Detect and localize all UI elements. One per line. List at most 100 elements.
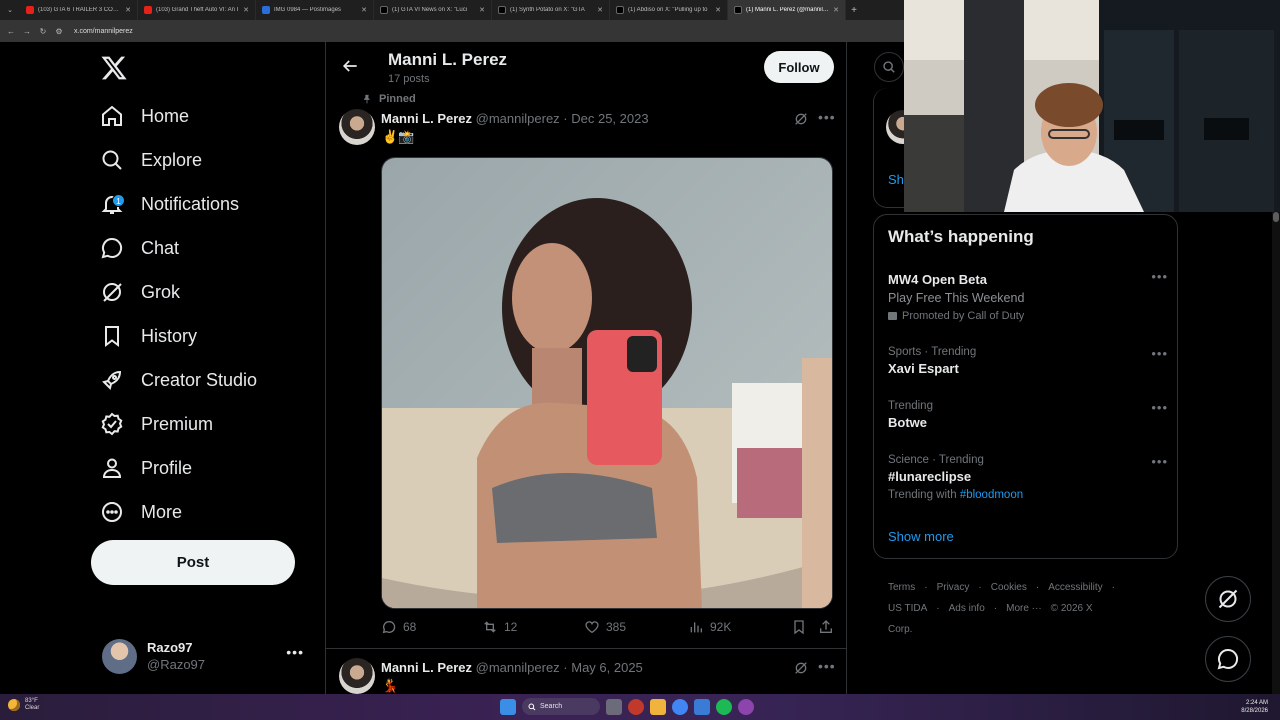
tweet-date[interactable]: · May 6, 2025 [563,660,643,675]
trend-hashtag-link[interactable]: #bloodmoon [960,489,1023,501]
show-more-link[interactable]: Sh [888,172,904,187]
sidebar-item-label: Notifications [141,193,240,214]
close-tab-icon[interactable]: ✕ [597,6,603,14]
browser-tab[interactable]: (103) Grand Theft Auto VI: An I ✕ [138,0,256,20]
forward-nav-icon[interactable]: → [22,27,32,36]
close-tab-icon[interactable]: ✕ [243,6,249,14]
sidebar-item-chat[interactable]: Chat [100,228,179,268]
sidebar-item-explore[interactable]: Explore [100,140,202,180]
tweet-text: 💃 [382,678,399,693]
repost-button[interactable]: 12 [482,619,517,635]
more-dots-icon[interactable]: ••• [1151,454,1168,469]
account-switcher[interactable]: Razo97 @Razo97 ••• [102,636,312,676]
main-timeline: Manni L. Perez 17 posts Follow Pinned Ma… [325,42,847,694]
tweet-author-handle[interactable]: @mannilperez [476,660,560,675]
more-dots-icon[interactable]: ••• [818,659,836,677]
url-field[interactable]: x.com/mannilperez [74,28,133,35]
sidebar-item-label: History [141,325,198,346]
search-icon [883,61,895,73]
pin-icon [364,94,370,104]
task-view-icon[interactable] [606,698,622,715]
reload-icon[interactable]: ↻ [38,27,48,36]
tweet-author-avatar[interactable] [339,658,375,694]
chat-fab-button[interactable] [1205,636,1251,682]
more-dots-icon[interactable]: ••• [286,644,304,660]
chrome-icon[interactable] [672,698,688,715]
close-tab-icon[interactable]: ✕ [479,6,485,14]
trend-item[interactable]: Sports · Trending Xavi Espart ••• [888,346,1168,376]
trend-item[interactable]: MW4 Open Beta Play Free This Weekend Pro… [888,269,1168,322]
x-logo-icon[interactable] [100,54,128,82]
file-explorer-icon[interactable] [650,698,666,715]
clock[interactable]: 2:24 AM 8/28/2026 [1241,699,1268,715]
trend-item[interactable]: Science · Trending #lunareclipse Trendin… [888,454,1168,501]
footer-link[interactable]: Privacy [937,582,970,593]
browser-tab[interactable]: (1) Manni L. Perez (@mannilper ✕ [728,0,846,20]
browser-tab[interactable]: (1) Synth Potato on X: "GTA ✕ [492,0,610,20]
post-button[interactable]: Post [91,540,295,585]
footer-link[interactable]: Ads info [949,603,985,614]
weather-widget[interactable]: 83°F Clear [8,698,39,712]
grok-fab-button[interactable] [1205,576,1251,622]
tweet-photo[interactable] [381,157,833,609]
sidebar-item-grok[interactable]: Grok [100,272,180,312]
sidebar-item-history[interactable]: History [100,316,197,356]
reply-button[interactable]: 68 [381,619,416,635]
browser-tab[interactable]: (1) GTA VI News on X: "Luci ✕ [374,0,492,20]
photos-icon[interactable] [694,698,710,715]
close-tab-icon[interactable]: ✕ [125,6,131,14]
sidebar-item-home[interactable]: Home [100,96,189,136]
sidebar-item-more[interactable]: More [100,492,182,532]
back-arrow-icon[interactable] [340,56,360,76]
spotify-icon[interactable] [716,698,732,715]
share-button[interactable] [818,619,834,635]
site-info-icon[interactable]: ⚙ [54,27,64,36]
tab-title: (1) Synth Potato on X: "GTA [510,7,585,13]
tweet-author-avatar[interactable] [339,109,375,145]
show-more-link[interactable]: Show more [888,529,954,544]
more-dots-icon[interactable]: ••• [818,110,836,128]
tweet-date[interactable]: · Dec 25, 2023 [563,111,648,126]
grok-icon[interactable] [793,660,809,676]
footer-link[interactable]: US TIDA [888,603,927,614]
app-icon[interactable] [628,698,644,715]
tweet-author-name[interactable]: Manni L. Perez [381,660,472,675]
page-scrollbar[interactable] [1272,212,1280,694]
footer-link[interactable]: Cookies [991,582,1027,593]
close-tab-icon[interactable]: ✕ [361,6,367,14]
back-nav-icon[interactable]: ← [6,27,16,36]
more-dots-icon[interactable]: ••• [1151,346,1168,361]
grok-icon[interactable] [793,111,809,127]
scrollbar-thumb[interactable] [1273,212,1279,222]
sidebar-item-premium[interactable]: Premium [100,404,213,444]
close-tab-icon[interactable]: ✕ [715,6,721,14]
footer-link[interactable]: Terms [888,582,915,593]
footer-separator: · [1111,582,1116,593]
search-button[interactable] [874,52,904,82]
tweet-author-name[interactable]: Manni L. Perez [381,111,472,126]
tweet-author-handle[interactable]: @mannilperez [476,111,560,126]
follow-button[interactable]: Follow [764,51,834,83]
chrome-active-icon[interactable] [738,698,754,715]
windows-start-icon[interactable] [500,698,516,715]
like-button[interactable]: 385 [584,619,626,635]
trend-item[interactable]: Trending Botwe ••• [888,400,1168,430]
browser-tab[interactable]: (1) Abdiso on X: "Pulling up to ✕ [610,0,728,20]
sidebar-item-profile[interactable]: Profile [100,448,192,488]
browser-tab[interactable]: (103) GTA 6 TRAILER 3 COMPLE ✕ [20,0,138,20]
youtube-favicon-icon [26,6,34,14]
footer-link[interactable]: More ··· [1006,603,1042,614]
sidebar-item-creator-studio[interactable]: Creator Studio [100,360,257,400]
tab-list-button[interactable]: ⌄ [0,0,20,20]
taskbar-search[interactable]: Search [522,698,600,715]
close-tab-icon[interactable]: ✕ [833,6,839,14]
browser-tab[interactable]: IMG 0984 — Postimages ✕ [256,0,374,20]
tab-title: (103) Grand Theft Auto VI: An I [156,7,239,13]
new-tab-button[interactable]: + [846,5,862,16]
more-dots-icon[interactable]: ••• [1151,400,1168,415]
more-dots-icon[interactable]: ••• [1151,269,1168,284]
footer-link[interactable]: Accessibility [1048,582,1102,593]
sidebar-item-notifications[interactable]: 1 Notifications [100,184,239,224]
bookmark-button[interactable] [791,619,807,635]
views-button[interactable]: 92K [688,619,731,635]
